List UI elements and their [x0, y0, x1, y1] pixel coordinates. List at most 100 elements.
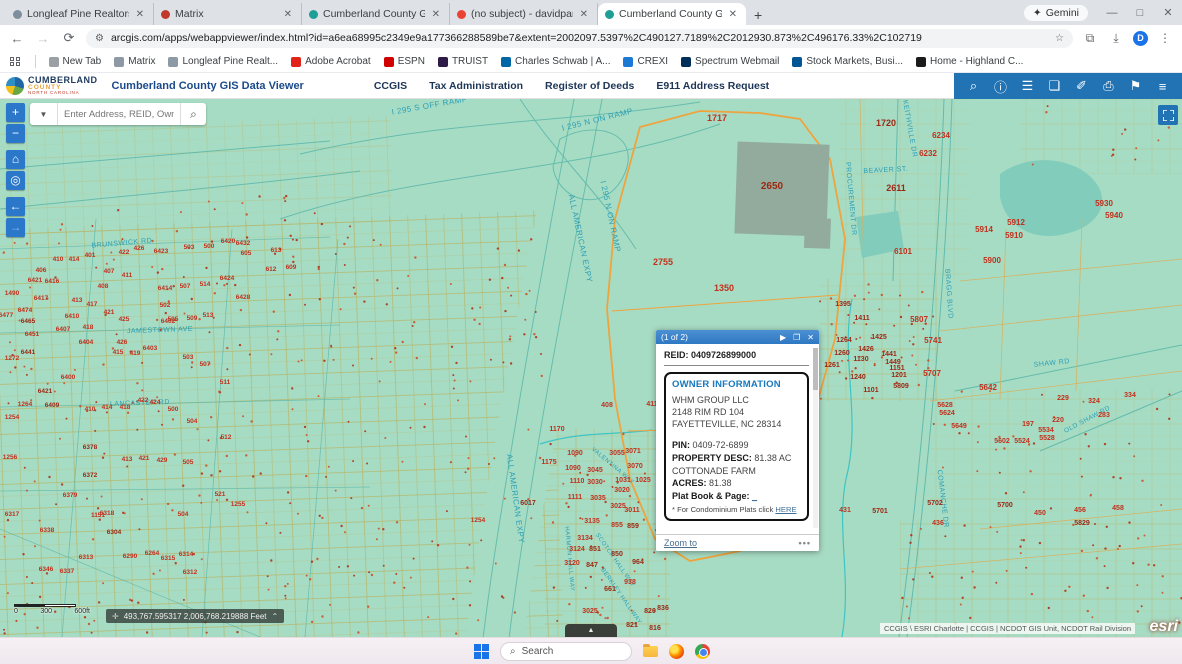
tab-close-icon[interactable]: ✕ [282, 9, 294, 20]
apps-grid-icon[interactable] [10, 57, 20, 67]
close-button[interactable]: ✕ [1154, 6, 1182, 19]
browser-tab[interactable]: Cumberland County GIS Data✕ [598, 3, 746, 25]
reload-icon[interactable]: ⟳ [60, 30, 78, 46]
draw-icon[interactable]: ✐ [1068, 78, 1095, 94]
legend-icon[interactable]: ☰ [1014, 78, 1041, 94]
back-extent-button[interactable]: ← [6, 197, 25, 216]
parcel-point [363, 300, 365, 302]
back-icon[interactable]: ← [8, 31, 26, 46]
browser-tab[interactable]: (no subject) - davidparkshelms✕ [450, 3, 598, 25]
parcel-number-label: 820 [644, 608, 656, 615]
tab-close-icon[interactable]: ✕ [727, 9, 739, 20]
bookmark-star-icon[interactable]: ☆ [1055, 33, 1064, 44]
parcel-point [565, 502, 567, 504]
search-icon[interactable]: ⌕ [180, 103, 206, 125]
coordinate-readout[interactable]: ✛ 493,767.595317 2,006,768.219888 Feet ⌃ [106, 609, 284, 623]
site-settings-icon[interactable]: ⚙ [95, 33, 104, 44]
parcel-number-label: 6234 [932, 131, 950, 140]
gis-nav-links: CCGIS Tax Administration Register of Deeds… [374, 80, 769, 92]
gis-nav-link[interactable]: Register of Deeds [545, 80, 634, 92]
reid-value: REID: 0409726899000 [664, 350, 809, 360]
county-logo[interactable]: CUMBERLAND COUNTY NORTH CAROLINA [0, 76, 98, 96]
parcel-number-label: 6379 [63, 492, 78, 499]
new-tab-button[interactable]: + [746, 7, 772, 25]
plat-book-link[interactable]: _ [752, 491, 757, 501]
parcel-point [218, 391, 220, 393]
select-icon[interactable]: ⚑ [1122, 78, 1149, 94]
browser-tab[interactable]: Longleaf Pine Realtors✕ [6, 3, 154, 25]
parcel-number-label: 6432 [236, 240, 251, 247]
bookmark-item[interactable]: Stock Markets, Busi... [792, 56, 903, 67]
next-feature-icon[interactable]: ▶ [780, 333, 786, 342]
chrome-icon[interactable] [695, 644, 710, 659]
file-explorer-icon[interactable] [643, 646, 658, 657]
maximize-button[interactable]: □ [1126, 7, 1154, 19]
popup-title-bar[interactable]: (1 of 2) ▶ ❐ ✕ [656, 330, 819, 344]
start-button[interactable] [474, 644, 489, 659]
zoom-in-button[interactable]: + [6, 103, 25, 122]
bookmark-item[interactable]: Adobe Acrobat [291, 56, 371, 67]
bookmark-item[interactable]: Spectrum Webmail [681, 56, 779, 67]
fullscreen-button[interactable] [1158, 105, 1178, 125]
info-icon[interactable]: ⓘ [987, 77, 1014, 96]
minimize-button[interactable]: — [1098, 7, 1126, 19]
locate-button[interactable]: ◎ [6, 171, 25, 190]
browser-tab[interactable]: Cumberland County GIS Data V✕ [302, 3, 450, 25]
bookmark-item[interactable]: Charles Schwab | A... [501, 56, 610, 67]
attribute-table-toggle[interactable]: ▲ [565, 624, 617, 637]
parcel-point [402, 341, 404, 343]
parcel-point [246, 236, 248, 238]
parcel-point [836, 334, 838, 336]
profile-avatar[interactable]: D [1133, 31, 1148, 46]
print-icon[interactable]: ⎙ [1095, 78, 1122, 94]
zoom-out-button[interactable]: − [6, 124, 25, 143]
search-input[interactable] [58, 103, 180, 125]
menu-kebab-icon[interactable]: ⋮ [1156, 31, 1174, 45]
gis-nav-link[interactable]: CCGIS [374, 80, 407, 92]
popup-scrollbar[interactable] [813, 348, 818, 528]
tab-close-icon[interactable]: ✕ [134, 9, 146, 20]
parcel-point [1020, 552, 1022, 554]
search-source-dropdown[interactable]: ▼ [30, 103, 58, 125]
bookmark-item[interactable]: Longleaf Pine Realt... [168, 56, 278, 67]
url-text: arcgis.com/apps/webappviewer/index.html?… [111, 32, 1048, 44]
zoom-to-link[interactable]: Zoom to [664, 538, 697, 548]
browser-tab[interactable]: Matrix✕ [154, 3, 302, 25]
map-canvas[interactable]: I 295 S OFF RAMPI 295 N ON RAMPI 295 N O… [0, 99, 1182, 637]
downloads-icon[interactable]: ⤓ [1107, 31, 1125, 46]
bookmark-item[interactable]: Matrix [114, 56, 155, 67]
gis-nav-link[interactable]: E911 Address Request [656, 80, 769, 92]
layers-icon[interactable]: ❏ [1041, 78, 1068, 94]
maximize-popup-icon[interactable]: ❐ [793, 333, 800, 342]
parcel-number-label: 456 [1074, 507, 1086, 514]
bookmark-item[interactable]: TRUIST [438, 56, 488, 67]
bookmark-item[interactable]: ESPN [384, 56, 425, 67]
bookmark-item[interactable]: Home - Highland C... [916, 56, 1023, 67]
close-popup-icon[interactable]: ✕ [807, 333, 814, 342]
chevron-down-icon: ▼ [40, 110, 48, 119]
parcel-point [157, 271, 159, 273]
parcel-point [138, 528, 140, 530]
address-bar[interactable]: ⚙ arcgis.com/apps/webappviewer/index.htm… [86, 29, 1073, 48]
firefox-icon[interactable] [669, 644, 684, 659]
home-button[interactable]: ⌂ [6, 150, 25, 169]
parcel-point [23, 366, 25, 368]
taskbar-search[interactable]: ⌕ Search [500, 642, 632, 661]
bookmark-item[interactable]: CREXI [623, 56, 668, 67]
forward-extent-button[interactable]: → [6, 218, 25, 237]
condo-plats-link[interactable]: HERE [775, 505, 796, 514]
parcel-point [273, 311, 275, 313]
popup-more-icon[interactable]: ••• [799, 538, 811, 548]
search-by-icon[interactable]: ⌕ [960, 78, 987, 94]
tab-close-icon[interactable]: ✕ [430, 9, 442, 20]
tab-search-icon[interactable]: ⧉ [1081, 31, 1099, 46]
bookmark-item[interactable]: New Tab [49, 56, 102, 67]
tab-close-icon[interactable]: ✕ [578, 9, 590, 20]
parcel-point [350, 497, 352, 499]
more-tools-icon[interactable]: ≡ [1149, 79, 1176, 94]
parcel-point [586, 474, 588, 476]
parcel-point [376, 279, 378, 281]
gis-nav-link[interactable]: Tax Administration [429, 80, 523, 92]
forward-icon[interactable]: → [34, 31, 52, 46]
gemini-button[interactable]: ✦Gemini [1024, 5, 1088, 21]
